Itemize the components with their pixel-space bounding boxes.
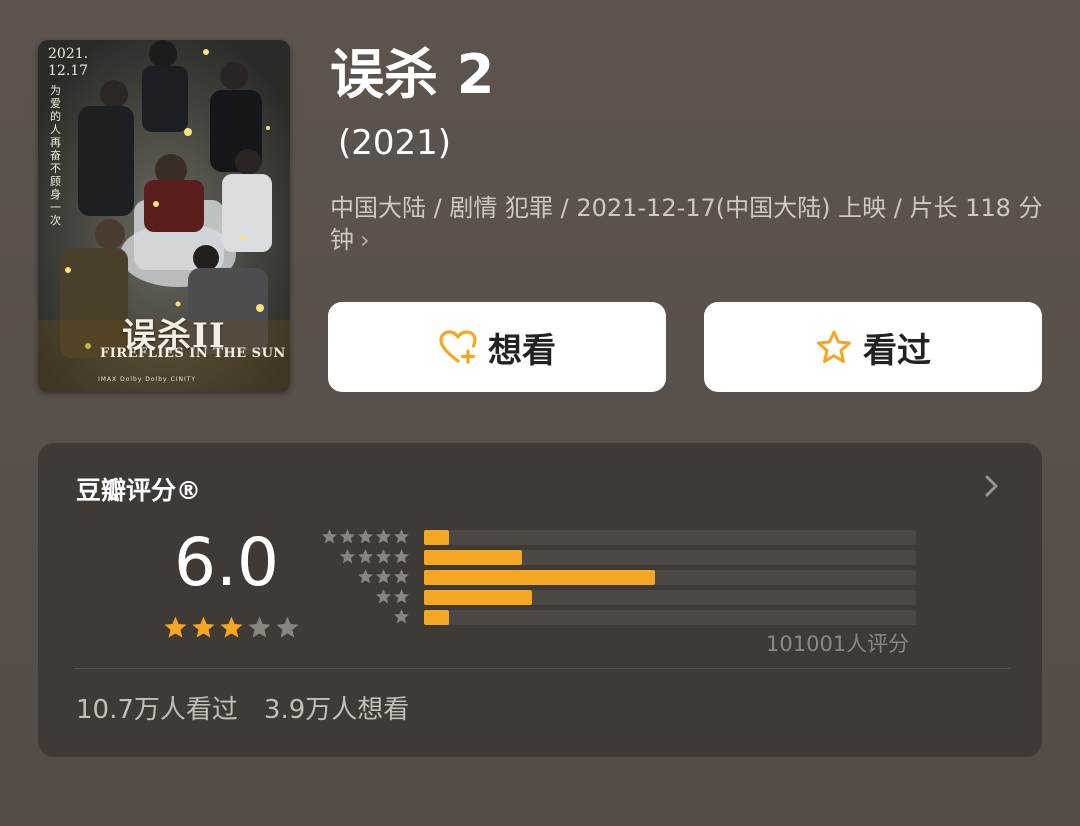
rating-row-stars	[393, 608, 410, 625]
star-icon	[393, 569, 410, 584]
rating-bar-fill	[424, 610, 449, 625]
rating-distribution	[320, 527, 920, 627]
star-filled-icon	[220, 616, 243, 638]
rating-bar-track	[424, 530, 916, 545]
movie-poster[interactable]: 2021. 12.17 为爱的人 再奋不顾身一次 误杀II FIREFLIES …	[38, 40, 290, 392]
want-to-watch-label: 想看	[488, 330, 556, 371]
rating-bar-track	[424, 550, 916, 565]
rating-score: 6.0	[174, 524, 279, 601]
movie-title: 误杀 2	[330, 43, 495, 106]
rating-row-stars	[339, 548, 410, 565]
star-icon	[393, 529, 410, 544]
star-icon	[357, 569, 374, 584]
rating-row-3-star	[320, 567, 920, 587]
watched-count[interactable]: 10.7万人看过	[76, 695, 238, 725]
rating-bar-fill	[424, 550, 523, 565]
star-icon	[339, 529, 356, 544]
star-icon	[375, 549, 392, 564]
rating-row-5-star	[320, 527, 920, 547]
rating-vote-count[interactable]: 101001人评分	[766, 628, 909, 658]
want-to-watch-button[interactable]: 想看	[328, 302, 666, 392]
watched-button[interactable]: 看过	[704, 302, 1042, 392]
watch-stats: 10.7万人看过 3.9万人想看	[76, 689, 409, 726]
chevron-right-icon[interactable]	[978, 471, 1006, 501]
movie-meta-text: 中国大陆 / 剧情 犯罪 / 2021-12-17(中国大陆) 上映 / 片长 …	[330, 194, 1043, 254]
poster-english-title: FIREFLIES IN THE SUN	[100, 346, 286, 361]
star-filled-icon	[192, 616, 215, 638]
poster-tagline: 为爱的人 再奋不顾身一次	[50, 84, 61, 227]
star-icon	[393, 589, 410, 604]
star-empty-icon	[276, 616, 299, 638]
star-filled-icon	[164, 616, 187, 638]
rating-bar-track	[424, 590, 916, 605]
heart-plus-icon	[439, 330, 477, 364]
rating-bar-track	[424, 610, 916, 625]
star-empty-icon	[248, 616, 271, 638]
star-icon	[357, 529, 374, 544]
star-icon	[357, 549, 374, 564]
star-outline-icon	[817, 330, 851, 363]
star-icon	[375, 589, 392, 604]
star-icon	[393, 609, 410, 624]
rating-bar-fill	[424, 530, 449, 545]
rating-stars	[163, 615, 300, 640]
rating-bar-fill	[424, 590, 533, 605]
star-icon	[393, 549, 410, 564]
poster-release-date: 2021. 12.17	[48, 46, 88, 80]
chevron-right-icon: ›	[360, 226, 370, 254]
rating-row-stars	[357, 568, 410, 585]
star-icon	[339, 549, 356, 564]
star-icon	[375, 529, 392, 544]
movie-page: 2021. 12.17 为爱的人 再奋不顾身一次 误杀II FIREFLIES …	[0, 0, 1080, 826]
rating-row-2-star	[320, 587, 920, 607]
star-icon	[321, 529, 338, 544]
rating-bar-fill	[424, 570, 656, 585]
rating-row-stars	[375, 588, 410, 605]
rating-bar-track	[424, 570, 916, 585]
divider	[74, 668, 1010, 669]
rating-row-1-star	[320, 607, 920, 627]
poster-credits-footer: IMAX Dolby Dolby CINITY	[98, 376, 197, 383]
rating-card-title: 豆瓣评分®	[76, 476, 202, 505]
watched-label: 看过	[863, 330, 931, 371]
rating-row-4-star	[320, 547, 920, 567]
movie-year: (2021)	[338, 123, 452, 163]
movie-meta[interactable]: 中国大陆 / 剧情 犯罪 / 2021-12-17(中国大陆) 上映 / 片长 …	[330, 192, 1050, 256]
poster-date-line2: 12.17	[48, 63, 89, 79]
douban-rating-card[interactable]: 豆瓣评分® 6.0 101001人评分 10.7万人看过 3.9万人想看	[38, 443, 1042, 757]
star-icon	[375, 569, 392, 584]
want-count[interactable]: 3.9万人想看	[264, 695, 409, 725]
rating-row-stars	[321, 528, 410, 545]
poster-date-line1: 2021.	[48, 46, 89, 62]
